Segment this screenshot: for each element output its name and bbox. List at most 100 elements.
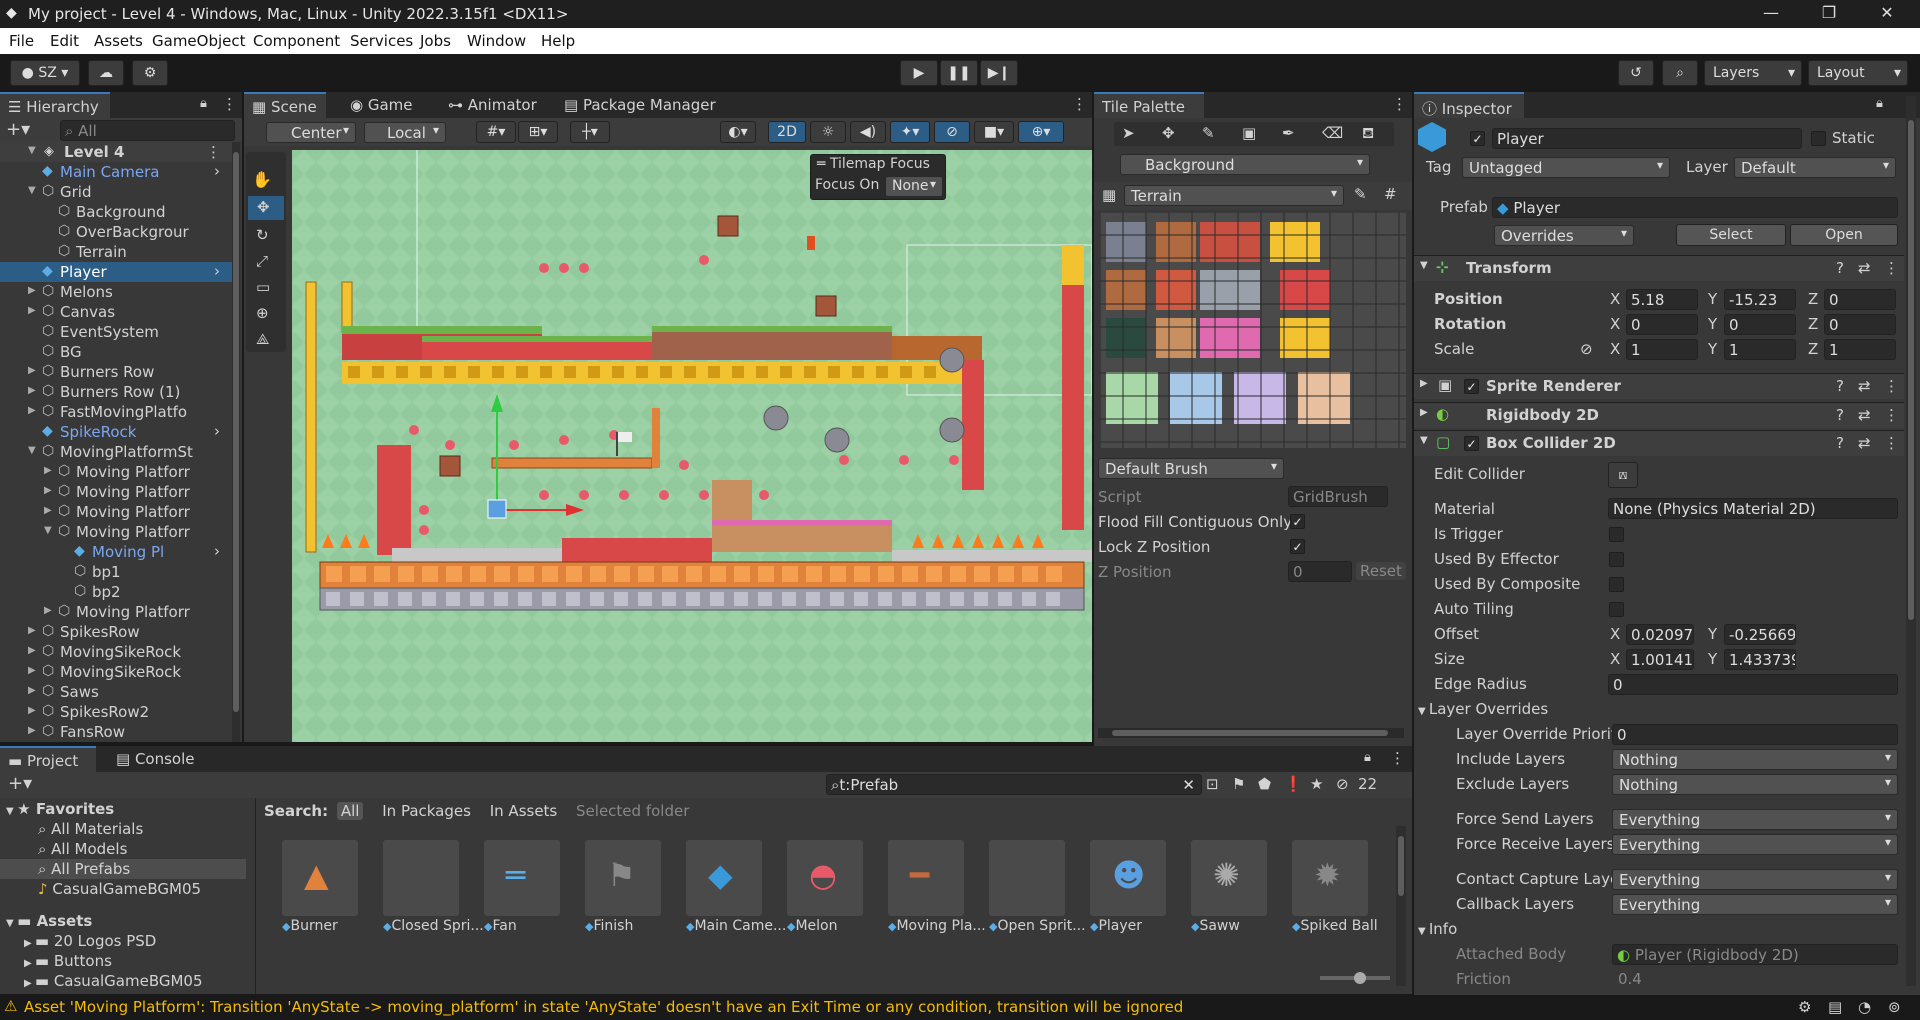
size-y-field[interactable]: 1.433739	[1724, 649, 1796, 670]
box-fill-icon[interactable]: ▣	[1242, 124, 1256, 142]
tab-package-manager[interactable]: ▤ Package Manager	[556, 92, 724, 118]
more-icon[interactable]: ⋮	[1390, 749, 1405, 767]
asset-item[interactable]: ◓ ◆Melon	[787, 840, 865, 934]
transform-pos-y-field[interactable]: -15.23	[1724, 289, 1796, 310]
hand-tool-icon[interactable]: ✋	[252, 170, 272, 189]
more-icon[interactable]: ⋮	[206, 143, 221, 161]
layer-overrides-foldout[interactable]: ▼ Layer Overrides	[1418, 700, 1548, 722]
presets-icon[interactable]: ⇄	[1858, 377, 1871, 395]
collapse-arrow-icon[interactable]: ▶	[28, 285, 36, 296]
overrides-dropdown[interactable]: Overrides	[1494, 225, 1634, 246]
exclude-layers-dropdown[interactable]: Nothing	[1612, 774, 1898, 795]
collapse-arrow-icon[interactable]: ▶	[28, 665, 36, 676]
hierarchy-search-input[interactable]: ⌕ All	[60, 120, 235, 141]
prefab-select-button[interactable]: Select	[1676, 224, 1786, 246]
favorite-bgm[interactable]: ♪ CasualGameBGM05	[38, 880, 201, 898]
hierarchy-item[interactable]: ⬡ Terrain	[0, 242, 232, 262]
collapse-arrow-icon[interactable]: ▶	[44, 505, 52, 516]
scope-in-assets[interactable]: In Assets	[490, 802, 558, 820]
palette-hscrollbar[interactable]	[1098, 728, 1404, 738]
size-x-field[interactable]: 1.001414	[1626, 649, 1694, 670]
box-collider-header[interactable]: ▼ ▢ ✓ Box Collider 2D ? ⇄ ⋮	[1414, 430, 1904, 456]
force-send-dropdown[interactable]: Everything	[1612, 809, 1898, 830]
clear-icon[interactable]: ✕	[1182, 776, 1195, 794]
hierarchy-item[interactable]: ◆ SpikeRock ›	[0, 422, 232, 442]
hierarchy-item[interactable]: ⬡ BG	[0, 342, 232, 362]
select-tool-icon[interactable]: ➤	[1122, 124, 1135, 142]
hidden-packages-icon[interactable]: ⊘	[1336, 775, 1349, 793]
flood-fill-checkbox[interactable]: ✓	[1290, 514, 1305, 529]
close-button[interactable]: ✕	[1864, 3, 1910, 27]
transform-rot-x-field[interactable]: 0	[1626, 314, 1698, 335]
open-prefab-icon[interactable]: ›	[214, 162, 220, 180]
tab-inspector[interactable]: ⓘ Inspector	[1414, 92, 1524, 118]
hierarchy-item[interactable]: ⬡ OverBackgrour	[0, 222, 232, 242]
scene-viewport[interactable]: ═ Tilemap Focus Focus On None	[292, 150, 1092, 742]
include-layers-dropdown[interactable]: Nothing	[1612, 749, 1898, 770]
add-icon[interactable]: +▾	[6, 119, 30, 140]
help-icon[interactable]: ?	[1836, 377, 1844, 395]
transform-rot-y-field[interactable]: 0	[1724, 314, 1796, 335]
tab-tile-palette[interactable]: Tile Palette	[1094, 92, 1204, 118]
grid-toggle-icon[interactable]: #	[1384, 185, 1397, 203]
sprite-renderer-enabled-checkbox[interactable]: ✓	[1464, 379, 1479, 394]
folder-buttons[interactable]: ▶ ▬ Buttons	[24, 952, 112, 970]
edge-radius-field[interactable]: 0	[1608, 674, 1898, 695]
lock-icon[interactable]: 🔒︎	[200, 96, 207, 111]
layer-dropdown[interactable]: Default	[1734, 157, 1896, 178]
expand-arrow-icon[interactable]: ▼	[28, 145, 36, 156]
draw-mode-button[interactable]: ◐▾	[720, 121, 756, 143]
project-search-input[interactable]: ⌕t:Prefab ✕	[826, 774, 1202, 795]
scroll-thumb[interactable]	[1398, 836, 1404, 896]
hierarchy-item[interactable]: ▼ ⬡ Moving Platforr	[0, 522, 232, 542]
increment-snap-button[interactable]: ⊞▾	[518, 121, 558, 143]
more-icon[interactable]: ⋮	[1884, 406, 1899, 424]
expand-arrow-icon[interactable]: ▼	[1420, 435, 1428, 446]
prefab-field[interactable]: ◆ Player	[1492, 197, 1898, 218]
minimize-button[interactable]: —	[1748, 3, 1794, 27]
hierarchy-scrollbar[interactable]	[232, 142, 240, 742]
transform-scl-x-field[interactable]: 1	[1626, 339, 1698, 360]
search-by-type-icon[interactable]: ⊡	[1206, 775, 1219, 793]
hierarchy-item[interactable]: ▶ ⬡ Moving Platforr	[0, 502, 232, 522]
expand-arrow-icon[interactable]: ▼	[1420, 260, 1428, 271]
palette-dropdown[interactable]: Terrain	[1124, 185, 1344, 206]
camera-button[interactable]: ■▾	[974, 121, 1014, 143]
scope-in-packages[interactable]: In Packages	[382, 802, 471, 820]
audio-toggle[interactable]: ◀)	[850, 121, 886, 143]
hierarchy-item[interactable]: ▶ ⬡ SpikesRow2	[0, 702, 232, 722]
collapse-arrow-icon[interactable]: ▶	[28, 305, 36, 316]
active-target-dropdown[interactable]: Background	[1120, 154, 1370, 175]
collapse-arrow-icon[interactable]: ▶	[28, 685, 36, 696]
presets-icon[interactable]: ⇄	[1858, 434, 1871, 452]
folder-casual-bgm[interactable]: ▶ ▬ CasualGameBGM05	[24, 972, 203, 990]
collapse-arrow-icon[interactable]: ▶	[28, 625, 36, 636]
asset-item[interactable]: ⚑ ◆Finish	[585, 840, 663, 934]
asset-item[interactable]: ◆Open Sprit...	[989, 840, 1086, 934]
hierarchy-item[interactable]: ▶ ⬡ FansRow	[0, 722, 232, 742]
open-prefab-icon[interactable]: ›	[214, 262, 220, 280]
offset-x-field[interactable]: 0.020977	[1626, 624, 1694, 645]
menu-services[interactable]: Services	[350, 32, 413, 50]
scope-all[interactable]: All	[336, 802, 364, 820]
tab-hierarchy[interactable]: ☰ Hierarchy	[0, 92, 110, 118]
lighting-toggle[interactable]: ☼	[810, 121, 846, 143]
focus-on-dropdown[interactable]: None	[885, 176, 943, 197]
ruler-button[interactable]: ┼▾	[570, 121, 610, 143]
search-button[interactable]: ⌕	[1662, 60, 1698, 86]
space-dropdown[interactable]: Local	[364, 122, 446, 143]
transform-header[interactable]: ▼ ⊹ Transform ? ⇄ ⋮	[1414, 255, 1904, 281]
tab-animator[interactable]: ⊶ Animator	[440, 92, 545, 118]
gizmos-button[interactable]: ⊕▾	[1018, 121, 1064, 143]
layers-dropdown[interactable]: Layers ▾	[1704, 60, 1802, 86]
scroll-thumb[interactable]	[1908, 120, 1914, 620]
scene-row[interactable]: ▼ ◈ Level 4 ⋮	[0, 142, 232, 162]
thumbnail-size-slider[interactable]	[1320, 972, 1390, 984]
hierarchy-item[interactable]: ▶ ⬡ MovingSikeRock	[0, 662, 232, 682]
hierarchy-item[interactable]: ▶ ⬡ FastMovingPlatfo	[0, 402, 232, 422]
hierarchy-item[interactable]: ▶ ⬡ Moving Platforr	[0, 602, 232, 622]
hierarchy-item[interactable]: ⬡ Background	[0, 202, 232, 222]
favorites-foldout[interactable]: ▼ ★ Favorites	[6, 800, 114, 818]
z-position-field[interactable]: 0	[1288, 561, 1352, 582]
hierarchy-item[interactable]: ▶ ⬡ Canvas	[0, 302, 232, 322]
